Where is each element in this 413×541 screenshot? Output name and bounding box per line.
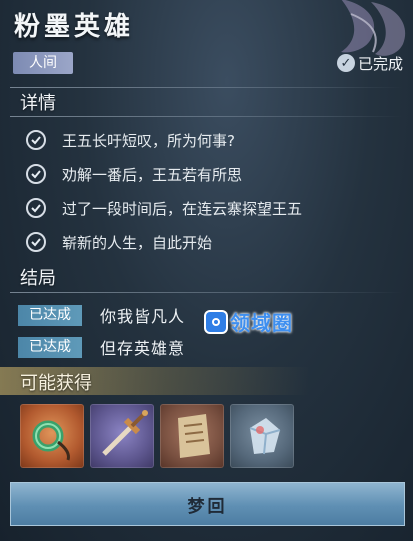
completed-label: 已完成 [357, 54, 403, 73]
ending-text: 但存英雄意 [100, 339, 186, 358]
section-divider [10, 292, 403, 293]
crystal-gem-icon [249, 418, 281, 455]
ending-item: 已达成 但存英雄意 [18, 331, 185, 363]
reward-slot-crystal[interactable] [230, 404, 294, 468]
section-divider [10, 116, 403, 117]
completed-status: ✓ 已完成 [336, 52, 403, 74]
reward-slot-sword-hilt[interactable] [90, 404, 154, 468]
checkmark-icon [26, 164, 46, 184]
detail-item: 过了一段时间后，在连云寨探望王五 [26, 191, 302, 225]
details-heading: 详情 [20, 93, 56, 114]
details-list: 王五长吁短叹，所为何事? 劝解一番后，王五若有所思 过了一段时间后，在连云寨探望… [26, 123, 302, 259]
watermark-text: 领域圈 [230, 311, 293, 335]
detail-item: 王五长吁短叹，所为何事? [26, 123, 302, 157]
ending-list: 已达成 你我皆凡人 已达成 但存英雄意 [18, 299, 185, 363]
detail-text: 王五长吁短叹，所为何事? [62, 131, 235, 150]
rewards-heading: 可能获得 [20, 373, 92, 394]
checkmark-icon [26, 130, 46, 150]
old-manuscript-icon [178, 414, 210, 458]
checkmark-icon [26, 198, 46, 218]
achieved-badge: 已达成 [18, 336, 82, 358]
reward-slot-jade-ring[interactable] [20, 404, 84, 468]
dream-return-button[interactable]: 梦回 [10, 482, 405, 526]
detail-text: 过了一段时间后，在连云寨探望王五 [62, 199, 303, 218]
detail-item: 崭新的人生，自此开始 [26, 225, 302, 259]
detail-item: 劝解一番后，王五若有所思 [26, 157, 302, 191]
ending-item: 已达成 你我皆凡人 [18, 299, 185, 331]
detail-text: 崭新的人生，自此开始 [62, 233, 213, 252]
ending-text: 你我皆凡人 [100, 307, 186, 326]
section-divider [10, 87, 403, 88]
quest-title: 粉墨英雄 [14, 12, 135, 42]
jade-ring-icon [32, 420, 70, 461]
rewards-list [20, 404, 294, 468]
detail-text: 劝解一番后，王五若有所思 [62, 165, 243, 184]
achieved-badge: 已达成 [18, 304, 82, 326]
check-badge-icon: ✓ [336, 54, 355, 72]
sword-hilt-icon [102, 410, 148, 456]
watermark: 领域圈 [206, 307, 293, 336]
checkmark-icon [26, 232, 46, 252]
reward-slot-manuscript[interactable] [160, 404, 224, 468]
ending-heading: 结局 [20, 268, 56, 289]
realm-tag: 人间 [13, 52, 73, 74]
watermark-logo-icon [206, 311, 226, 332]
quest-detail-panel: 粉墨英雄 人间 ✓ 已完成 详情 王五长吁短叹，所为何事? 劝解一番后，王五若有… [0, 0, 413, 541]
